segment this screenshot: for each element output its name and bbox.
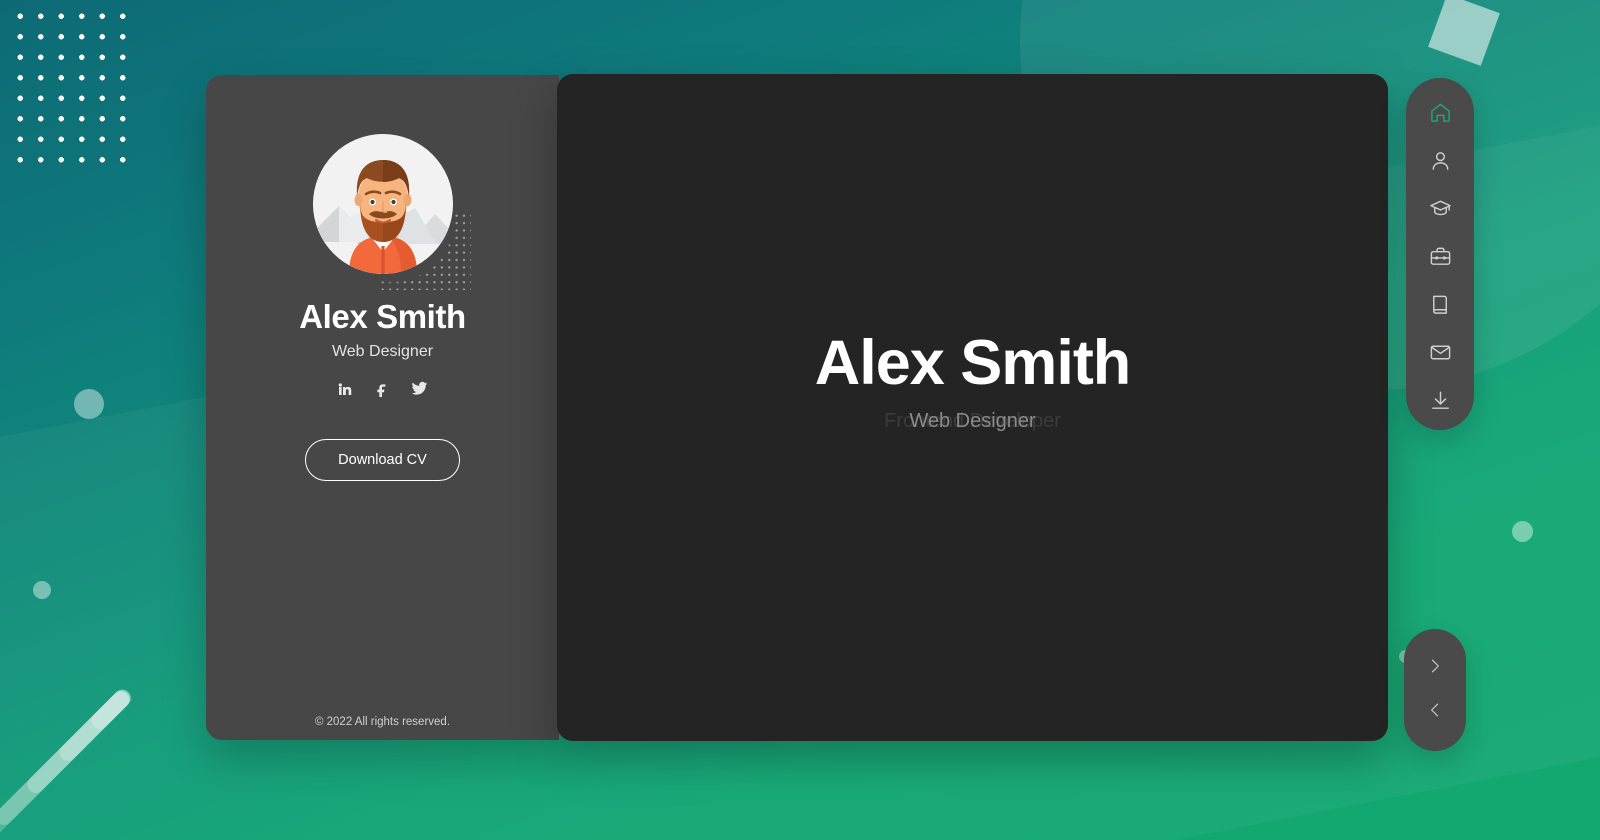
nav-item-contact[interactable]	[1423, 338, 1457, 372]
person-icon	[1429, 149, 1452, 177]
linkedin-icon[interactable]	[337, 381, 353, 397]
decor-dot-right	[1512, 521, 1533, 542]
nav-item-download[interactable]	[1423, 386, 1457, 420]
hero-card: Alex Smith Frontend Developer Web Design…	[557, 74, 1388, 741]
avatar	[312, 134, 453, 274]
decor-diagonal-stripes	[0, 660, 230, 840]
download-cv-button[interactable]: Download CV	[305, 439, 460, 481]
download-icon	[1429, 389, 1452, 417]
nav-item-work[interactable]	[1423, 242, 1457, 276]
profile-role: Web Designer	[331, 343, 434, 360]
chevron-left-icon	[1425, 700, 1445, 725]
next-page-button[interactable]	[1422, 655, 1448, 681]
chevron-right-icon	[1425, 656, 1445, 681]
envelope-icon	[1429, 341, 1452, 369]
decor-dot-left-upper	[74, 389, 104, 419]
book-icon	[1429, 293, 1452, 321]
avatar-container	[312, 134, 471, 290]
hero-subtitle: Web Designer	[909, 410, 1036, 433]
profile-card: Alex Smith Web Designer Download CV © 20…	[206, 75, 559, 740]
copyright-text: © 2022 All rights reserved.	[314, 716, 451, 728]
decor-dot-grid	[10, 6, 126, 172]
social-links	[337, 380, 428, 397]
page-navigation	[1404, 629, 1466, 751]
facebook-icon[interactable]	[374, 381, 390, 397]
page-background: Alex Smith Web Designer Download CV © 20…	[0, 0, 1600, 840]
side-navigation	[1406, 78, 1474, 430]
home-icon	[1429, 101, 1452, 129]
nav-item-education[interactable]	[1423, 194, 1457, 228]
decor-dot-left-lower	[33, 581, 51, 599]
profile-name: Alex Smith	[299, 298, 466, 335]
hero-content: Alex Smith Frontend Developer Web Design…	[557, 330, 1388, 440]
graduation-cap-icon	[1429, 197, 1452, 225]
nav-item-portfolio[interactable]	[1423, 290, 1457, 324]
briefcase-icon	[1429, 245, 1452, 273]
avatar-illustration	[312, 134, 453, 274]
nav-item-home[interactable]	[1423, 98, 1457, 132]
prev-page-button[interactable]	[1422, 699, 1448, 725]
hero-title: Alex Smith	[814, 327, 1132, 398]
nav-item-about[interactable]	[1423, 146, 1457, 180]
hero-subtitle-wrap: Frontend Developer Web Designer	[557, 410, 1388, 440]
twitter-icon[interactable]	[411, 380, 428, 397]
